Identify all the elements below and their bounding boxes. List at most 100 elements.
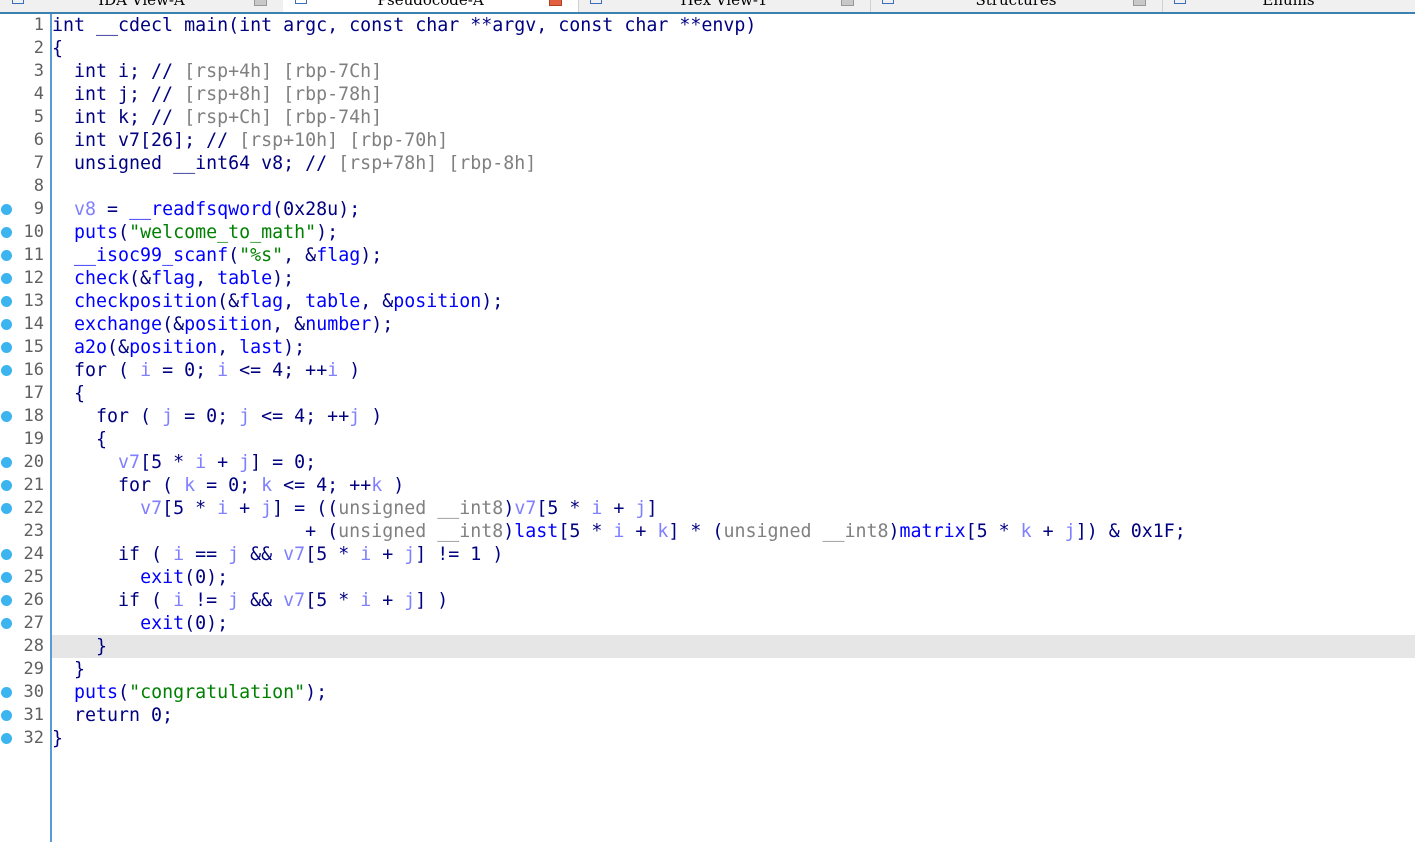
identifier-token[interactable]: exchange [74,314,162,335]
identifier-token[interactable]: flag [239,291,283,312]
variable-token[interactable]: v7 [118,452,140,473]
tab-structures[interactable]: Structures [870,0,1163,12]
identifier-token[interactable]: exit [140,567,184,588]
tab-enums[interactable]: Enums [1162,0,1415,12]
string-literal[interactable]: "%s" [239,245,283,266]
close-tab-icon[interactable] [1133,0,1146,6]
comment-token[interactable]: unsigned __int8 [338,498,503,519]
identifier-token[interactable]: position [129,337,217,358]
identifier-token[interactable]: table [217,268,272,289]
code-line[interactable]: 31 return 0; [1,704,1415,727]
variable-token[interactable]: v8 [74,199,96,220]
variable-token[interactable]: j [162,406,173,427]
comment-token[interactable]: [rsp+4h] [rbp-7Ch] [184,61,382,82]
identifier-token[interactable]: puts [74,682,118,703]
variable-token[interactable]: i [173,590,184,611]
variable-token[interactable]: i [613,521,624,542]
identifier-token[interactable]: last [239,337,283,358]
variable-token[interactable]: i [173,544,184,565]
code-line[interactable]: 28 } [24,635,1415,659]
code-line[interactable]: 7 unsigned __int64 v8; // [rsp+78h] [rbp… [34,152,1415,175]
comment-token[interactable]: [rsp+78h] [rbp-8h] [338,153,536,174]
variable-token[interactable]: k [371,475,382,496]
variable-token[interactable]: j [239,452,250,473]
code-line[interactable]: 27 exit(0); [1,612,1415,635]
identifier-token[interactable]: matrix [900,521,966,542]
variable-token[interactable]: i [360,544,371,565]
comment-token[interactable]: [rsp+Ch] [rbp-74h] [184,107,382,128]
variable-token[interactable]: j [228,590,239,611]
comment-token[interactable]: [rsp+8h] [rbp-78h] [184,84,382,105]
comment-token[interactable]: [rsp+10h] [rbp-70h] [239,130,448,151]
code-line[interactable]: 29 } [24,658,1415,681]
variable-token[interactable]: k [184,475,195,496]
variable-token[interactable]: i [195,452,206,473]
code-line[interactable]: 25 exit(0); [1,566,1415,589]
code-line[interactable]: 21 for ( k = 0; k <= 4; ++k ) [1,474,1415,497]
identifier-token[interactable]: __readfsqword [129,199,272,220]
identifier-token[interactable]: table [305,291,360,312]
identifier-token[interactable]: a2o [74,337,107,358]
variable-token[interactable]: j [404,590,415,611]
code-line[interactable]: 23 + (unsigned __int8)last[5 * i + k] * … [24,520,1415,543]
variable-token[interactable]: i [217,360,228,381]
identifier-token[interactable]: puts [74,222,118,243]
comment-token[interactable]: unsigned __int8 [723,521,888,542]
variable-token[interactable]: v7 [514,498,536,519]
variable-token[interactable]: j [635,498,646,519]
code-line[interactable]: 24 if ( i == j && v7[5 * i + j] != 1 ) [1,543,1415,566]
identifier-token[interactable]: __isoc99_scanf [74,245,228,266]
code-line[interactable]: 19 { [24,428,1415,451]
identifier-token[interactable]: flag [316,245,360,266]
variable-token[interactable]: k [657,521,668,542]
variable-token[interactable]: i [217,498,228,519]
variable-token[interactable]: j [349,406,360,427]
identifier-token[interactable]: check [74,268,129,289]
code-line[interactable]: 5 int k; // [rsp+Ch] [rbp-74h] [34,106,1415,129]
variable-token[interactable]: j [1065,521,1076,542]
identifier-token[interactable]: last [514,521,558,542]
variable-token[interactable]: j [261,498,272,519]
identifier-token[interactable]: exit [140,613,184,634]
code-line[interactable]: 30 puts("congratulation"); [1,681,1415,704]
comment-token[interactable]: unsigned __int8 [338,521,503,542]
variable-token[interactable]: i [591,498,602,519]
variable-token[interactable]: v7 [283,590,305,611]
code-line[interactable]: 13 checkposition(&flag, table, &position… [1,290,1415,313]
code-line[interactable]: 32} [1,727,1415,750]
code-line[interactable]: 16 for ( i = 0; i <= 4; ++i ) [1,359,1415,382]
identifier-token[interactable]: checkposition [74,291,217,312]
code-line[interactable]: 11 __isoc99_scanf("%s", &flag); [1,244,1415,267]
code-line[interactable]: 9 v8 = __readfsqword(0x28u); [1,198,1415,221]
variable-token[interactable]: i [327,360,338,381]
variable-token[interactable]: j [404,544,415,565]
string-literal[interactable]: "welcome_to_math" [129,222,316,243]
identifier-token[interactable]: flag [151,268,195,289]
code-line[interactable]: 3 int i; // [rsp+4h] [rbp-7Ch] [34,60,1415,83]
code-line[interactable]: 22 v7[5 * i + j] = ((unsigned __int8)v7[… [1,497,1415,520]
code-line[interactable]: 17 { [24,382,1415,405]
string-literal[interactable]: "congratulation" [129,682,305,703]
code-line[interactable]: 6 int v7[26]; // [rsp+10h] [rbp-70h] [34,129,1415,152]
pseudocode-view[interactable]: 1 int __cdecl main(int argc, const char *… [1,14,1415,751]
code-line[interactable]: 12 check(&flag, table); [1,267,1415,290]
tab-hex-view-1[interactable]: Hex View-1 [578,0,871,12]
code-line[interactable]: 26 if ( i != j && v7[5 * i + j] ) [1,589,1415,612]
variable-token[interactable]: j [228,544,239,565]
variable-token[interactable]: v7 [283,544,305,565]
code-line[interactable]: 10 puts("welcome_to_math"); [1,221,1415,244]
code-line[interactable]: 18 for ( j = 0; j <= 4; ++j ) [1,405,1415,428]
close-tab-icon[interactable] [254,0,267,6]
tab-pseudocode-a[interactable]: Pseudocode-A [283,0,579,12]
code-line[interactable]: 15 a2o(&position, last); [1,336,1415,359]
code-line[interactable]: 2{ [34,37,1415,60]
code-line[interactable]: 8 [34,175,1415,198]
identifier-token[interactable]: number [305,314,371,335]
variable-token[interactable]: v7 [140,498,162,519]
code-line[interactable]: 20 v7[5 * i + j] = 0; [1,451,1415,474]
tab-ida-view-a[interactable]: IDA View-A [0,0,284,12]
identifier-token[interactable]: position [184,314,272,335]
variable-token[interactable]: i [360,590,371,611]
identifier-token[interactable]: position [393,291,481,312]
code-line[interactable]: 1 int __cdecl main(int argc, const char *… [34,14,1415,37]
